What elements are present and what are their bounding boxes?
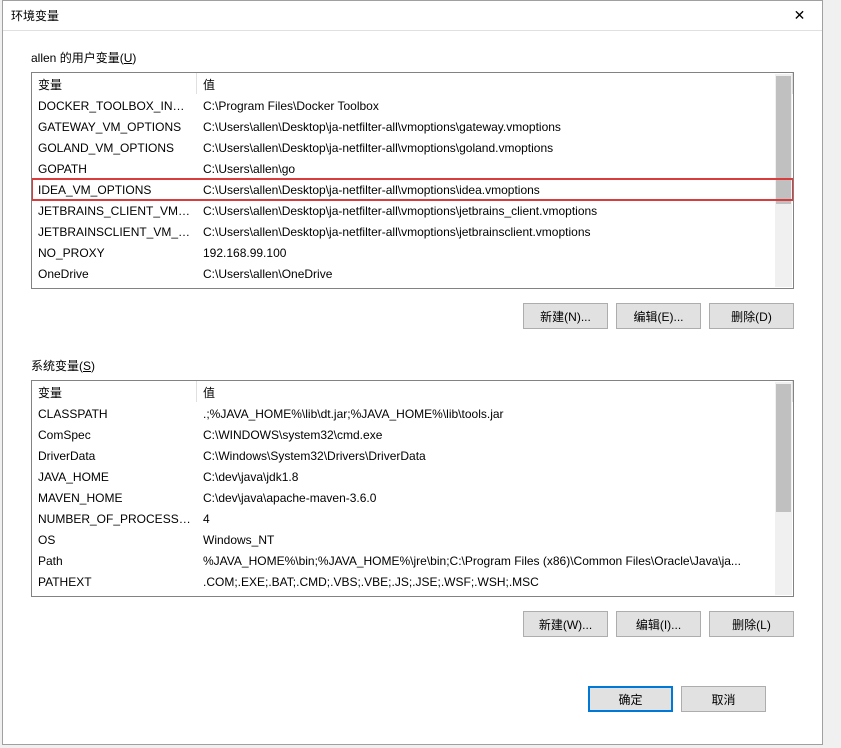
- cell-variable: GOLAND_VM_OPTIONS: [32, 139, 197, 157]
- table-row[interactable]: GATEWAY_VM_OPTIONSC:\Users\allen\Desktop…: [32, 116, 793, 137]
- system-vars-section: 系统变量(S) 变量 值 CLASSPATH.;%JAVA_HOME%\lib\…: [31, 357, 794, 647]
- table-row[interactable]: MAVEN_HOMEC:\dev\java\apache-maven-3.6.0: [32, 487, 793, 508]
- system-buttons: 新建(W)... 编辑(I)... 删除(L): [31, 611, 794, 637]
- cell-variable: DriverData: [32, 447, 197, 465]
- cell-value: C:\Users\allen\Desktop\ja-netfilter-all\…: [197, 181, 793, 199]
- table-row[interactable]: ComSpecC:\WINDOWS\system32\cmd.exe: [32, 424, 793, 445]
- table-row[interactable]: JETBRAINSCLIENT_VM_O...C:\Users\allen\De…: [32, 221, 793, 242]
- cell-value: Windows_NT: [197, 531, 793, 549]
- cell-variable: MAVEN_HOME: [32, 489, 197, 507]
- titlebar: 环境变量 ✕: [3, 1, 822, 31]
- cell-value: C:\Users\allen\Desktop\ja-netfilter-all\…: [197, 139, 793, 157]
- cell-value: C:\Users\allen\Desktop\ja-netfilter-all\…: [197, 223, 793, 241]
- table-row[interactable]: OneDriveC:\Users\allen\OneDrive: [32, 263, 793, 284]
- cell-variable: CLASSPATH: [32, 405, 197, 423]
- col-value[interactable]: 值: [197, 73, 793, 94]
- system-vars-label: 系统变量(S): [31, 357, 794, 374]
- table-row[interactable]: IDEA_VM_OPTIONSC:\Users\allen\Desktop\ja…: [32, 179, 793, 200]
- col-variable[interactable]: 变量: [32, 73, 197, 94]
- cell-value: C:\Windows\System32\Drivers\DriverData: [197, 447, 793, 465]
- system-new-button[interactable]: 新建(W)...: [523, 611, 608, 637]
- scrollbar[interactable]: [775, 382, 792, 595]
- cell-variable: JETBRAINS_CLIENT_VM_O...: [32, 202, 197, 220]
- table-row[interactable]: JETBRAINS_CLIENT_VM_O...C:\Users\allen\D…: [32, 200, 793, 221]
- cell-value: C:\dev\java\jdk1.8: [197, 468, 793, 486]
- table-row[interactable]: GOPATHC:\Users\allen\go: [32, 158, 793, 179]
- cell-value: C:\WINDOWS\system32\cmd.exe: [197, 426, 793, 444]
- table-row[interactable]: DOCKER_TOOLBOX_INST...C:\Program Files\D…: [32, 95, 793, 116]
- dialog-footer: 确定 取消: [31, 676, 794, 732]
- cell-value: C:\Users\allen\Desktop\ja-netfilter-all\…: [197, 118, 793, 136]
- table-row[interactable]: NO_PROXY192.168.99.100: [32, 242, 793, 263]
- close-button[interactable]: ✕: [777, 1, 822, 30]
- user-vars-section: allen 的用户变量(U) 变量 值 DOCKER_TOOLBOX_INST.…: [31, 49, 794, 353]
- system-edit-button[interactable]: 编辑(I)...: [616, 611, 701, 637]
- cell-value: C:\Program Files\Docker Toolbox: [197, 97, 793, 115]
- table-row[interactable]: JAVA_HOMEC:\dev\java\jdk1.8: [32, 466, 793, 487]
- cell-value: C:\Users\allen\go: [197, 160, 793, 178]
- table-row[interactable]: Path%JAVA_HOME%\bin;%JAVA_HOME%\jre\bin;…: [32, 550, 793, 571]
- cell-variable: JAVA_HOME: [32, 468, 197, 486]
- table-row[interactable]: CLASSPATH.;%JAVA_HOME%\lib\dt.jar;%JAVA_…: [32, 403, 793, 424]
- cell-variable: PATHEXT: [32, 573, 197, 591]
- cell-variable: Path: [32, 552, 197, 570]
- cell-variable: IDEA_VM_OPTIONS: [32, 181, 197, 199]
- cell-variable: OneDrive: [32, 265, 197, 283]
- user-edit-button[interactable]: 编辑(E)...: [616, 303, 701, 329]
- cell-variable: DOCKER_TOOLBOX_INST...: [32, 97, 197, 115]
- cell-value: %JAVA_HOME%\bin;%JAVA_HOME%\jre\bin;C:\P…: [197, 552, 793, 570]
- user-delete-button[interactable]: 删除(D): [709, 303, 794, 329]
- cell-variable: NO_PROXY: [32, 244, 197, 262]
- table-row[interactable]: OSWindows_NT: [32, 529, 793, 550]
- cell-variable: GOPATH: [32, 160, 197, 178]
- scrollbar-thumb[interactable]: [776, 384, 791, 512]
- table-header: 变量 值: [32, 73, 793, 95]
- user-new-button[interactable]: 新建(N)...: [523, 303, 608, 329]
- cell-value: C:\Users\allen\OneDrive: [197, 265, 793, 283]
- user-vars-label: allen 的用户变量(U): [31, 49, 794, 66]
- cell-variable: GATEWAY_VM_OPTIONS: [32, 118, 197, 136]
- col-variable[interactable]: 变量: [32, 381, 197, 402]
- cell-value: C:\Users\allen\Desktop\ja-netfilter-all\…: [197, 202, 793, 220]
- dialog-title: 环境变量: [11, 7, 59, 24]
- close-icon: ✕: [794, 7, 806, 24]
- cell-value: 4: [197, 510, 793, 528]
- col-value[interactable]: 值: [197, 381, 793, 402]
- user-vars-table[interactable]: 变量 值 DOCKER_TOOLBOX_INST...C:\Program Fi…: [31, 72, 794, 289]
- cell-value: 192.168.99.100: [197, 244, 793, 262]
- cell-variable: ComSpec: [32, 426, 197, 444]
- table-row[interactable]: NUMBER_OF_PROCESSORS4: [32, 508, 793, 529]
- cell-variable: JETBRAINSCLIENT_VM_O...: [32, 223, 197, 241]
- ok-button[interactable]: 确定: [588, 686, 673, 712]
- cell-variable: NUMBER_OF_PROCESSORS: [32, 510, 197, 528]
- dialog-content: allen 的用户变量(U) 变量 值 DOCKER_TOOLBOX_INST.…: [3, 31, 822, 744]
- system-table-body: CLASSPATH.;%JAVA_HOME%\lib\dt.jar;%JAVA_…: [32, 403, 793, 596]
- table-row[interactable]: DriverDataC:\Windows\System32\Drivers\Dr…: [32, 445, 793, 466]
- cell-value: .COM;.EXE;.BAT;.CMD;.VBS;.VBE;.JS;.JSE;.…: [197, 573, 793, 591]
- table-row[interactable]: PATHEXT.COM;.EXE;.BAT;.CMD;.VBS;.VBE;.JS…: [32, 571, 793, 592]
- cell-value: .;%JAVA_HOME%\lib\dt.jar;%JAVA_HOME%\lib…: [197, 405, 793, 423]
- user-table-body: DOCKER_TOOLBOX_INST...C:\Program Files\D…: [32, 95, 793, 288]
- table-row[interactable]: GOLAND_VM_OPTIONSC:\Users\allen\Desktop\…: [32, 137, 793, 158]
- user-buttons: 新建(N)... 编辑(E)... 删除(D): [31, 303, 794, 329]
- system-vars-table[interactable]: 变量 值 CLASSPATH.;%JAVA_HOME%\lib\dt.jar;%…: [31, 380, 794, 597]
- system-delete-button[interactable]: 删除(L): [709, 611, 794, 637]
- cell-value: C:\dev\java\apache-maven-3.6.0: [197, 489, 793, 507]
- cell-variable: OS: [32, 531, 197, 549]
- cancel-button[interactable]: 取消: [681, 686, 766, 712]
- table-header: 变量 值: [32, 381, 793, 403]
- env-vars-dialog: 环境变量 ✕ allen 的用户变量(U) 变量 值 DOCKER_TOOLBO…: [2, 0, 823, 745]
